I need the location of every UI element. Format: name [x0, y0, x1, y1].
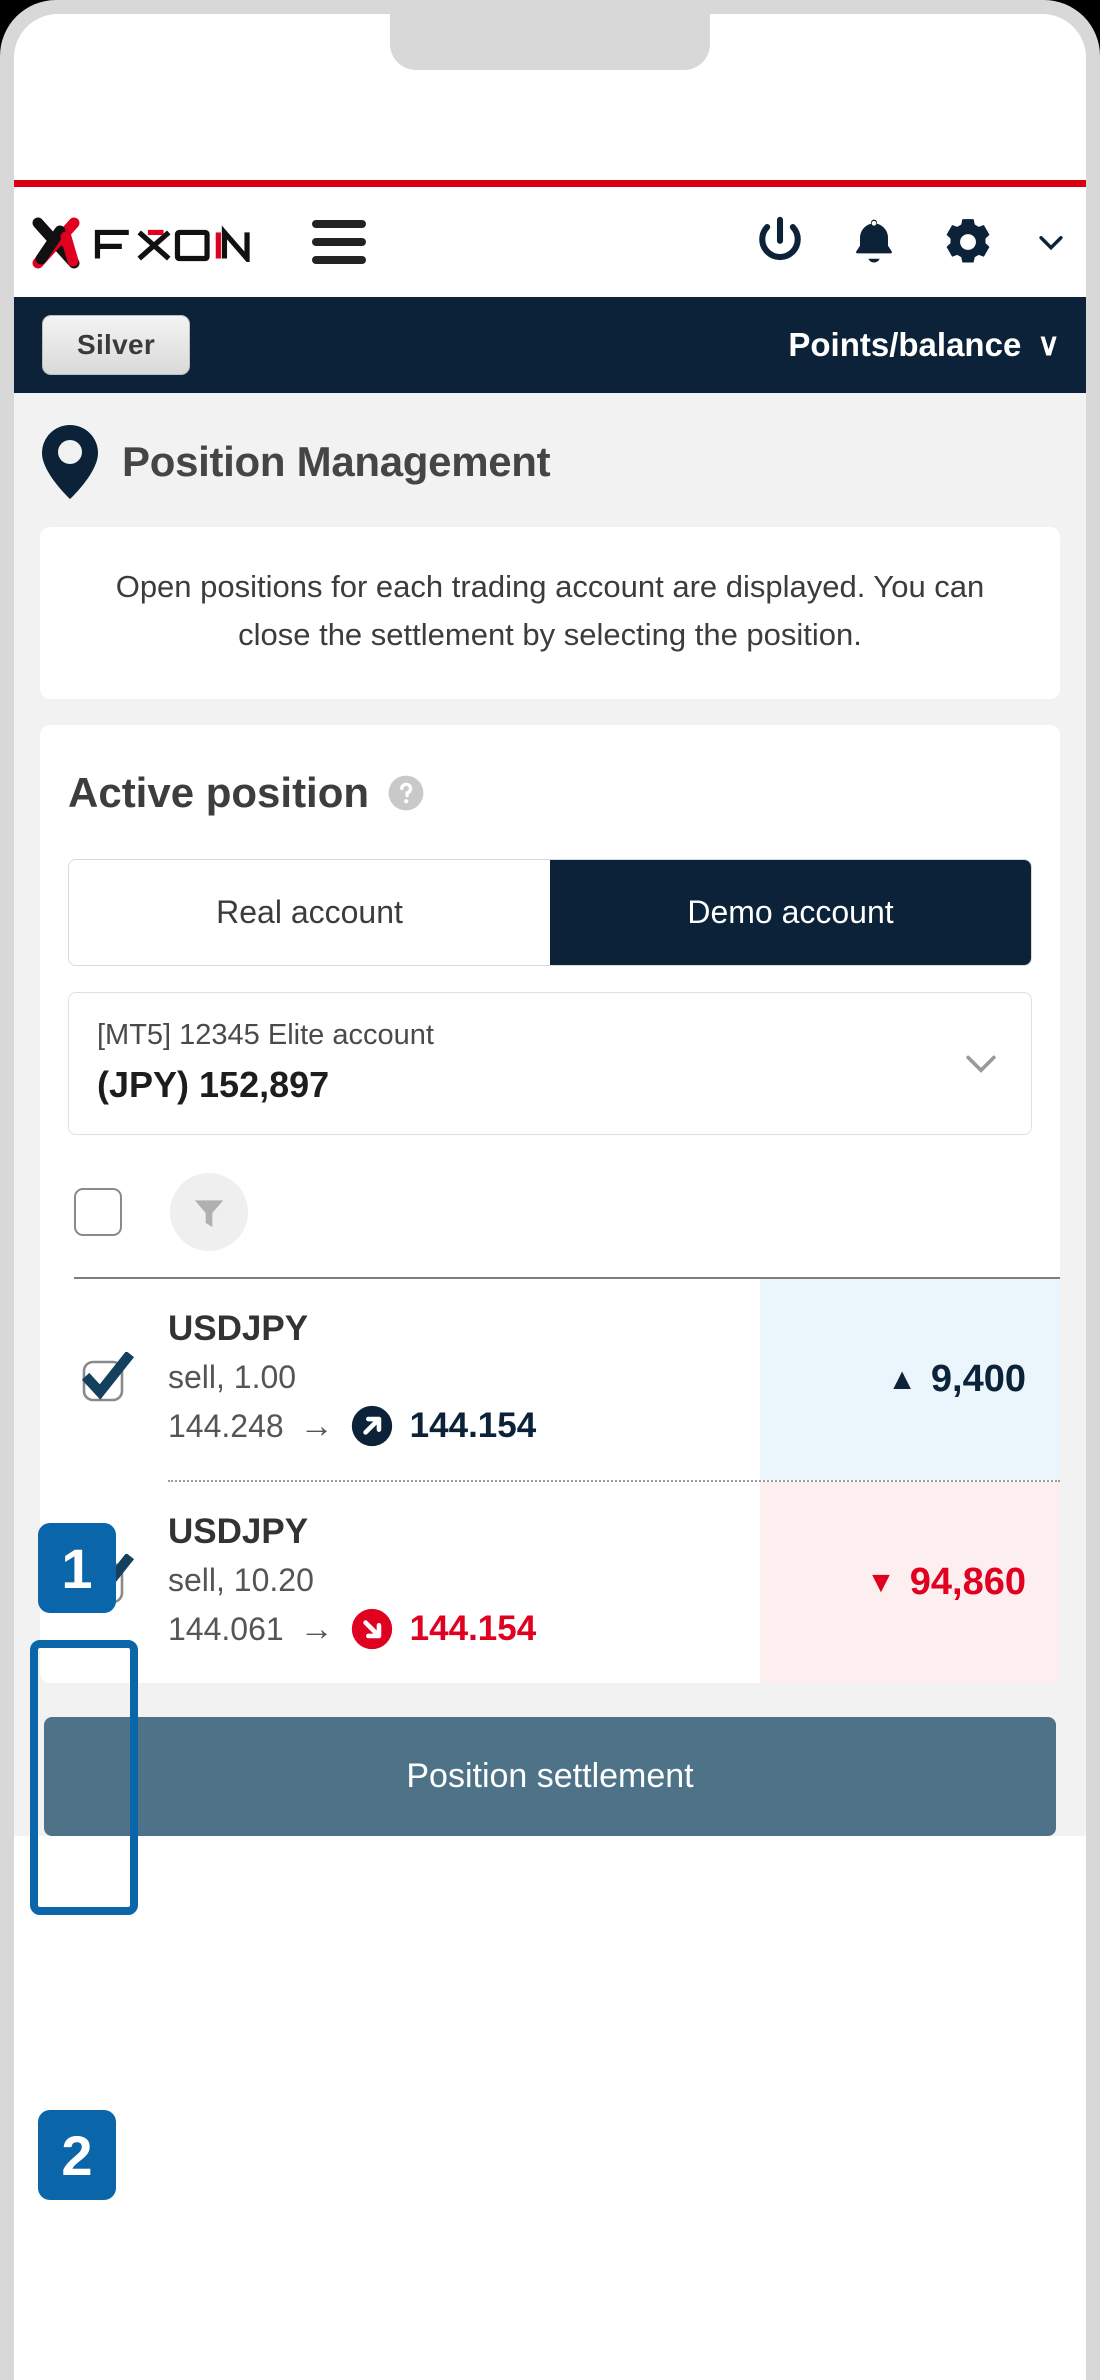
hamburger-bar [311, 256, 366, 264]
gear-icon[interactable] [940, 214, 996, 270]
position-symbol: USDJPY [168, 1309, 309, 1349]
points-balance-toggle[interactable]: Points/balance ∨ [788, 326, 1060, 364]
phone-screen: Silver Points/balance ∨ Position Managem… [14, 14, 1086, 2380]
map-pin-icon [42, 425, 98, 499]
position-pl: ▼ 94,860 [760, 1482, 1060, 1684]
chevron-down-icon [966, 1055, 996, 1073]
app-header [14, 187, 1086, 297]
power-icon[interactable] [752, 214, 808, 270]
positions-table: USDJPY sell, 1.00 144.248 → 144.154 ▲ 9,… [74, 1277, 1060, 1684]
table-row[interactable]: USDJPY sell, 10.20 144.061 → 144.154 ▼ 9… [74, 1480, 1060, 1684]
chevron-down-icon: ∨ [1037, 327, 1060, 362]
position-settlement-button[interactable]: Position settlement [44, 1717, 1056, 1837]
arrow-down-right-circle-icon [351, 1608, 392, 1650]
fxon-mark-icon [32, 217, 80, 269]
pl-triangle-down-icon: ▼ [866, 1565, 896, 1599]
position-prices: 144.061 → 144.154 [168, 1607, 760, 1651]
description-card: Open positions for each trading account … [40, 527, 1060, 700]
rank-badge[interactable]: Silver [42, 315, 191, 375]
phone-notch [390, 14, 710, 70]
hamburger-bar [311, 220, 366, 228]
row-details: USDJPY sell, 1.00 144.248 → 144.154 [168, 1279, 760, 1480]
account-name: [MT5] 12345 Elite account [97, 1019, 434, 1052]
annotation-step-2-badge: 2 [38, 2110, 116, 2200]
tab-demo-account[interactable]: Demo account [550, 860, 1031, 966]
pl-triangle-up-icon: ▲ [887, 1362, 917, 1396]
bell-icon[interactable] [846, 214, 902, 270]
help-circle-icon[interactable] [387, 774, 425, 812]
account-selector[interactable]: [MT5] 12345 Elite account (JPY) 152,897 [68, 992, 1032, 1136]
annotation-step-1-badge: 1 [38, 1523, 116, 1613]
arrow-right-icon: → [299, 1406, 334, 1445]
current-price: 144.154 [409, 1406, 537, 1446]
row-checkbox-checked[interactable] [78, 1351, 134, 1408]
annotation-checkbox-highlight [30, 1640, 138, 1915]
select-all-checkbox[interactable] [74, 1188, 122, 1237]
position-side-volume: sell, 1.00 [168, 1359, 297, 1396]
account-selector-text: [MT5] 12345 Elite account (JPY) 152,897 [97, 1019, 959, 1106]
position-pl: ▲ 9,400 [760, 1279, 1060, 1481]
filter-button[interactable] [170, 1173, 248, 1252]
page-body: Position Management Open positions for e… [14, 393, 1086, 1837]
pl-value: 94,860 [909, 1561, 1026, 1604]
table-row[interactable]: USDJPY sell, 1.00 144.248 → 144.154 ▲ 9,… [74, 1279, 1060, 1481]
header-actions [752, 214, 1068, 270]
position-symbol: USDJPY [168, 1512, 309, 1552]
row-content: USDJPY sell, 1.00 144.248 → 144.154 ▲ 9,… [168, 1279, 1060, 1481]
points-balance-label: Points/balance [788, 326, 1022, 363]
points-balance-bar: Silver Points/balance ∨ [14, 297, 1086, 393]
active-position-panel: Active position Real account Demo accoun… [40, 725, 1060, 1684]
position-side-volume: sell, 10.20 [168, 1562, 314, 1599]
hamburger-bar [311, 238, 366, 246]
row-checkbox-cell [74, 1279, 168, 1480]
pl-value: 9,400 [930, 1358, 1026, 1401]
filter-funnel-icon [194, 1200, 224, 1228]
page-title: Position Management [122, 438, 551, 485]
account-balance: (JPY) 152,897 [97, 1064, 330, 1106]
position-prices: 144.248 → 144.154 [168, 1404, 760, 1448]
panel-title: Active position [68, 769, 370, 817]
fxon-logo[interactable] [26, 211, 268, 273]
list-toolbar [40, 1135, 1060, 1277]
panel-heading: Active position [40, 769, 1060, 817]
page-title-row: Position Management [14, 393, 1086, 527]
footer-area: Position settlement [14, 1683, 1086, 1837]
fxon-wordmark-icon [94, 225, 250, 262]
brand-red-rule [14, 180, 1086, 187]
open-price: 144.248 [168, 1407, 284, 1444]
tab-real-account[interactable]: Real account [69, 860, 550, 966]
account-type-tabs: Real account Demo account [68, 859, 1032, 967]
row-content: USDJPY sell, 10.20 144.061 → 144.154 ▼ 9… [168, 1480, 1060, 1684]
arrow-right-icon: → [299, 1609, 334, 1648]
row-details: USDJPY sell, 10.20 144.061 → 144.154 [168, 1482, 760, 1683]
current-price: 144.154 [409, 1609, 537, 1649]
phone-frame: Silver Points/balance ∨ Position Managem… [0, 0, 1100, 2380]
chevron-down-icon[interactable] [1034, 225, 1068, 259]
arrow-up-right-circle-icon [351, 1405, 392, 1447]
open-price: 144.061 [168, 1610, 284, 1647]
hamburger-menu-button[interactable] [311, 220, 366, 264]
